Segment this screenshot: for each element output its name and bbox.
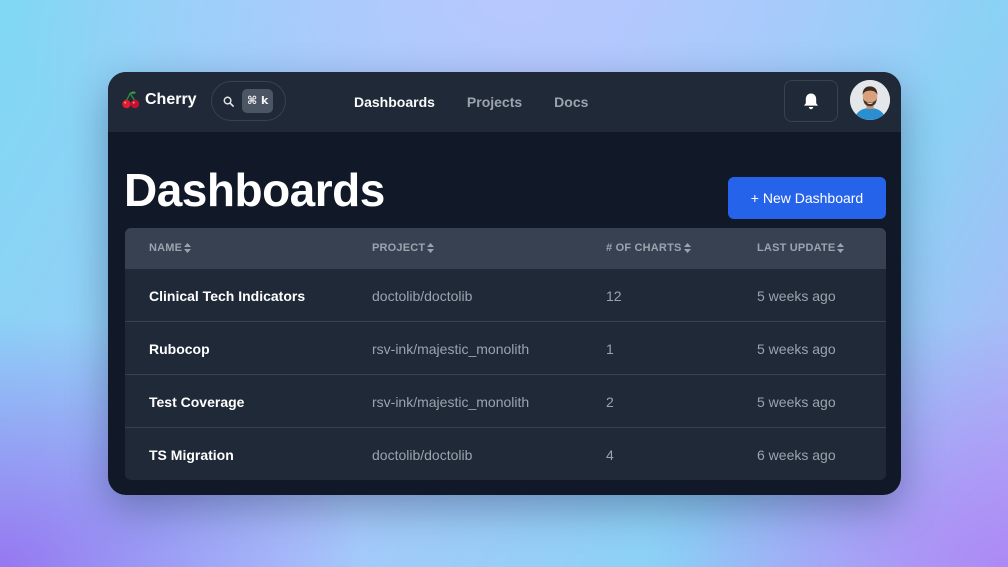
cell-project: doctolib/doctolib xyxy=(372,287,473,304)
cell-project: doctolib/doctolib xyxy=(372,446,473,463)
nav-docs[interactable]: Docs xyxy=(554,94,588,110)
cell-charts: 4 xyxy=(606,446,614,463)
cherry-icon xyxy=(122,91,140,109)
cell-charts: 12 xyxy=(606,287,622,304)
app-window: Cherry ⌘ k Dashboards Projects Docs Dash… xyxy=(108,72,901,495)
cell-name[interactable]: Test Coverage xyxy=(149,375,244,428)
column-header-name[interactable]: NAME xyxy=(149,228,192,268)
cell-last-update: 6 weeks ago xyxy=(757,446,836,463)
cell-last-update: 5 weeks ago xyxy=(757,393,836,410)
notifications-button[interactable] xyxy=(784,80,838,122)
sort-icon xyxy=(683,243,691,253)
brand-logo[interactable]: Cherry xyxy=(121,90,197,110)
table-row[interactable]: Clinical Tech Indicators doctolib/doctol… xyxy=(125,268,886,321)
table-header: NAME PROJECT # OF CHARTS LAST UPDATE xyxy=(125,228,886,268)
cell-name[interactable]: Clinical Tech Indicators xyxy=(149,269,305,322)
dashboards-table: NAME PROJECT # OF CHARTS LAST UPDATE Cli… xyxy=(125,228,886,480)
avatar-image xyxy=(850,80,890,120)
cell-charts: 2 xyxy=(606,393,614,410)
cell-last-update: 5 weeks ago xyxy=(757,287,836,304)
new-dashboard-button[interactable]: + New Dashboard xyxy=(728,177,886,219)
cell-last-update: 5 weeks ago xyxy=(757,340,836,357)
table-row[interactable]: Rubocop rsv-ink/majestic_monolith 1 5 we… xyxy=(125,321,886,374)
table-row[interactable]: Test Coverage rsv-ink/majestic_monolith … xyxy=(125,374,886,427)
column-header-charts[interactable]: # OF CHARTS xyxy=(606,228,691,268)
sort-icon xyxy=(184,243,192,253)
page-title: Dashboards xyxy=(124,164,385,216)
column-header-label: PROJECT xyxy=(372,242,426,254)
cell-name[interactable]: Rubocop xyxy=(149,322,210,375)
cell-charts: 1 xyxy=(606,340,614,357)
column-header-last-update[interactable]: LAST UPDATE xyxy=(757,228,845,268)
column-header-project[interactable]: PROJECT xyxy=(372,228,435,268)
top-navbar: Cherry ⌘ k Dashboards Projects Docs xyxy=(108,72,901,132)
brand-name: Cherry xyxy=(145,91,197,108)
search-icon xyxy=(223,96,234,107)
user-avatar[interactable] xyxy=(850,80,890,120)
main-nav: Dashboards Projects Docs xyxy=(354,72,620,132)
cell-project: rsv-ink/majestic_monolith xyxy=(372,340,530,357)
table-row[interactable]: TS Migration doctolib/doctolib 4 6 weeks… xyxy=(125,427,886,480)
column-header-label: NAME xyxy=(149,242,183,254)
column-header-label: # OF CHARTS xyxy=(606,242,682,254)
nav-dashboards[interactable]: Dashboards xyxy=(354,94,435,110)
column-header-label: LAST UPDATE xyxy=(757,242,836,254)
cell-name[interactable]: TS Migration xyxy=(149,428,234,480)
search-button[interactable]: ⌘ k xyxy=(211,81,286,121)
cell-project: rsv-ink/majestic_monolith xyxy=(372,393,530,410)
keyboard-shortcut: ⌘ k xyxy=(242,89,274,113)
sort-icon xyxy=(427,243,435,253)
sort-icon xyxy=(837,243,845,253)
nav-projects[interactable]: Projects xyxy=(467,94,522,110)
bell-icon xyxy=(804,93,818,109)
